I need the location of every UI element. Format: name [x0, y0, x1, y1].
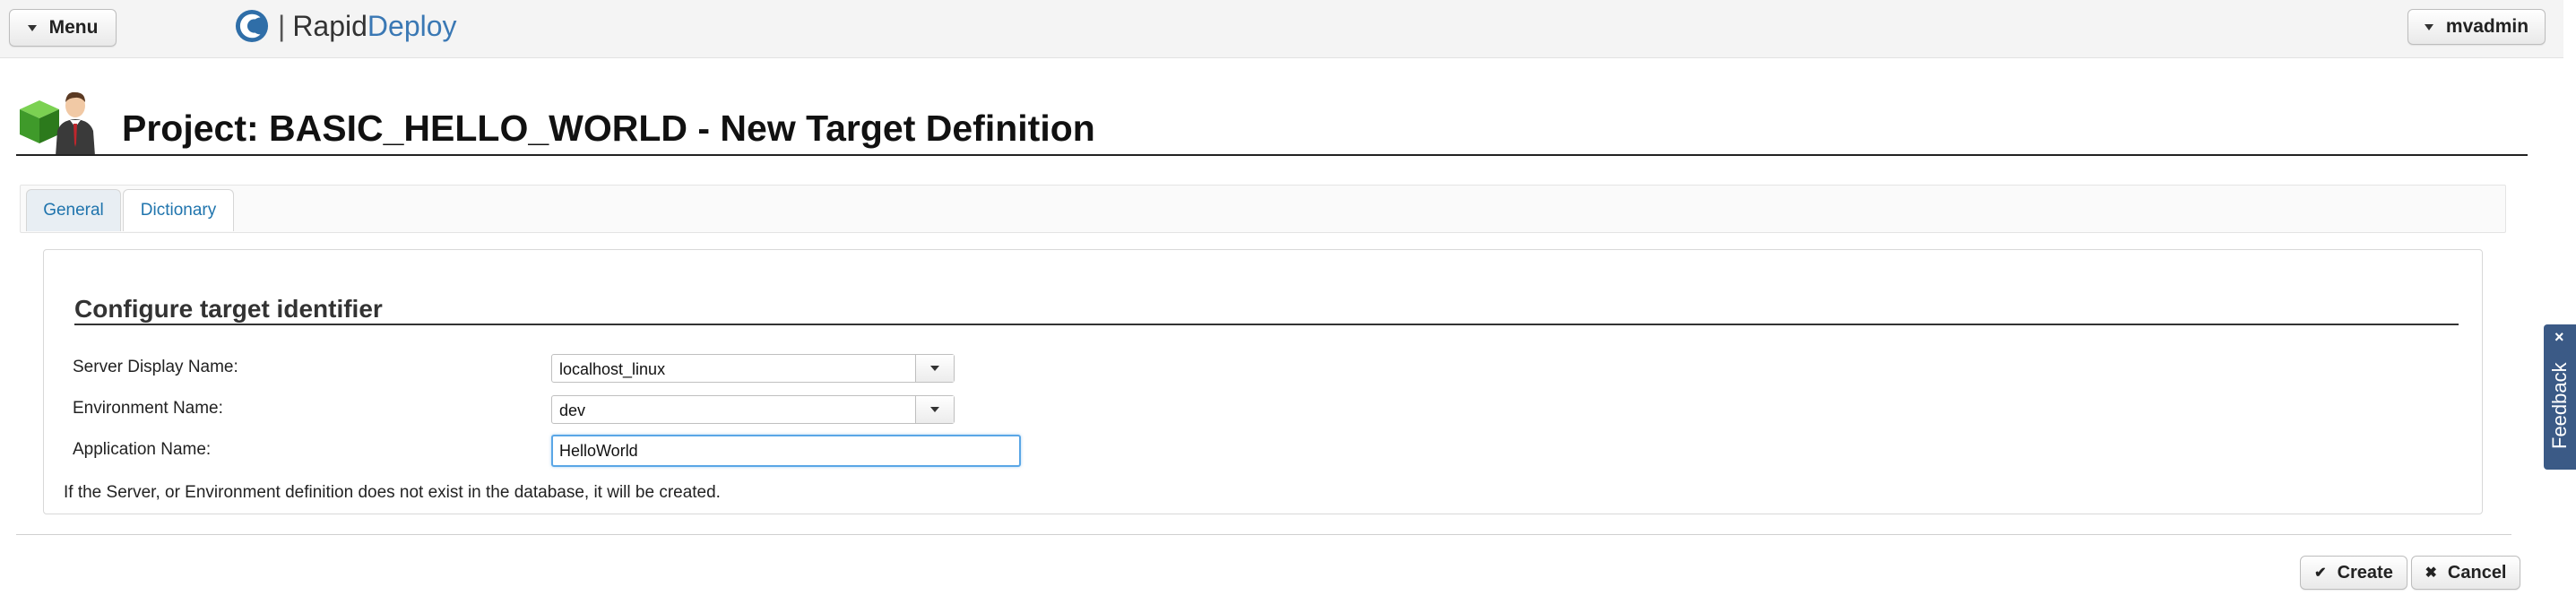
- project-manager-icon: [20, 91, 95, 156]
- dropdown-arrow-icon[interactable]: [915, 396, 954, 423]
- cancel-button-label: Cancel: [2447, 562, 2507, 583]
- user-menu-label: mvadmin: [2445, 16, 2529, 37]
- rapiddeploy-logo-icon: [235, 9, 269, 43]
- create-button-label: Create: [2337, 562, 2393, 583]
- page-title: Project: BASIC_HELLO_WORLD - New Target …: [122, 108, 1095, 149]
- tab-bar: General Dictionary: [20, 185, 2506, 233]
- logo-separator: |: [278, 9, 286, 42]
- tab-general[interactable]: General: [26, 189, 121, 231]
- environment-name-label: Environment Name:: [73, 399, 223, 418]
- menu-button-label: Menu: [48, 17, 99, 38]
- caret-down-icon: [2424, 23, 2433, 30]
- feedback-label: Feedback: [2548, 362, 2571, 450]
- cancel-button[interactable]: ✖ Cancel: [2411, 556, 2520, 590]
- check-icon: ✔: [2314, 566, 2327, 581]
- brand-name: RapidDeploy: [292, 10, 456, 43]
- close-icon: ✖: [2425, 566, 2437, 581]
- server-display-name-select[interactable]: localhost_linux: [551, 354, 955, 383]
- section-title: Configure target identifier: [74, 295, 383, 323]
- user-menu-button[interactable]: mvadmin: [2407, 9, 2546, 45]
- top-bar: Menu | RapidDeploy mvadmin: [0, 0, 2563, 58]
- menu-button[interactable]: Menu: [9, 9, 117, 47]
- server-display-name-label: Server Display Name:: [73, 358, 238, 376]
- footer-divider: [16, 534, 2511, 535]
- section-divider: [74, 324, 2459, 325]
- feedback-tab[interactable]: × Feedback: [2544, 324, 2576, 470]
- environment-name-select[interactable]: dev: [551, 395, 955, 424]
- application-name-label: Application Name:: [73, 440, 212, 459]
- brand-name-deploy: Deploy: [367, 9, 457, 42]
- caret-down-icon: [27, 24, 37, 31]
- server-display-name-value: localhost_linux: [559, 360, 666, 378]
- environment-name-value: dev: [559, 401, 586, 419]
- brand-name-rapid: Rapid: [292, 9, 367, 42]
- target-identifier-panel: Configure target identifier Server Displ…: [43, 249, 2483, 514]
- tab-dictionary[interactable]: Dictionary: [123, 189, 234, 231]
- rapiddeploy-logo[interactable]: | RapidDeploy: [235, 7, 457, 45]
- create-button[interactable]: ✔ Create: [2300, 556, 2407, 590]
- close-icon[interactable]: ×: [2554, 328, 2564, 347]
- application-name-input[interactable]: [551, 435, 1021, 467]
- dropdown-arrow-icon[interactable]: [915, 355, 954, 382]
- help-text: If the Server, or Environment definition…: [64, 483, 721, 502]
- title-divider: [16, 154, 2528, 156]
